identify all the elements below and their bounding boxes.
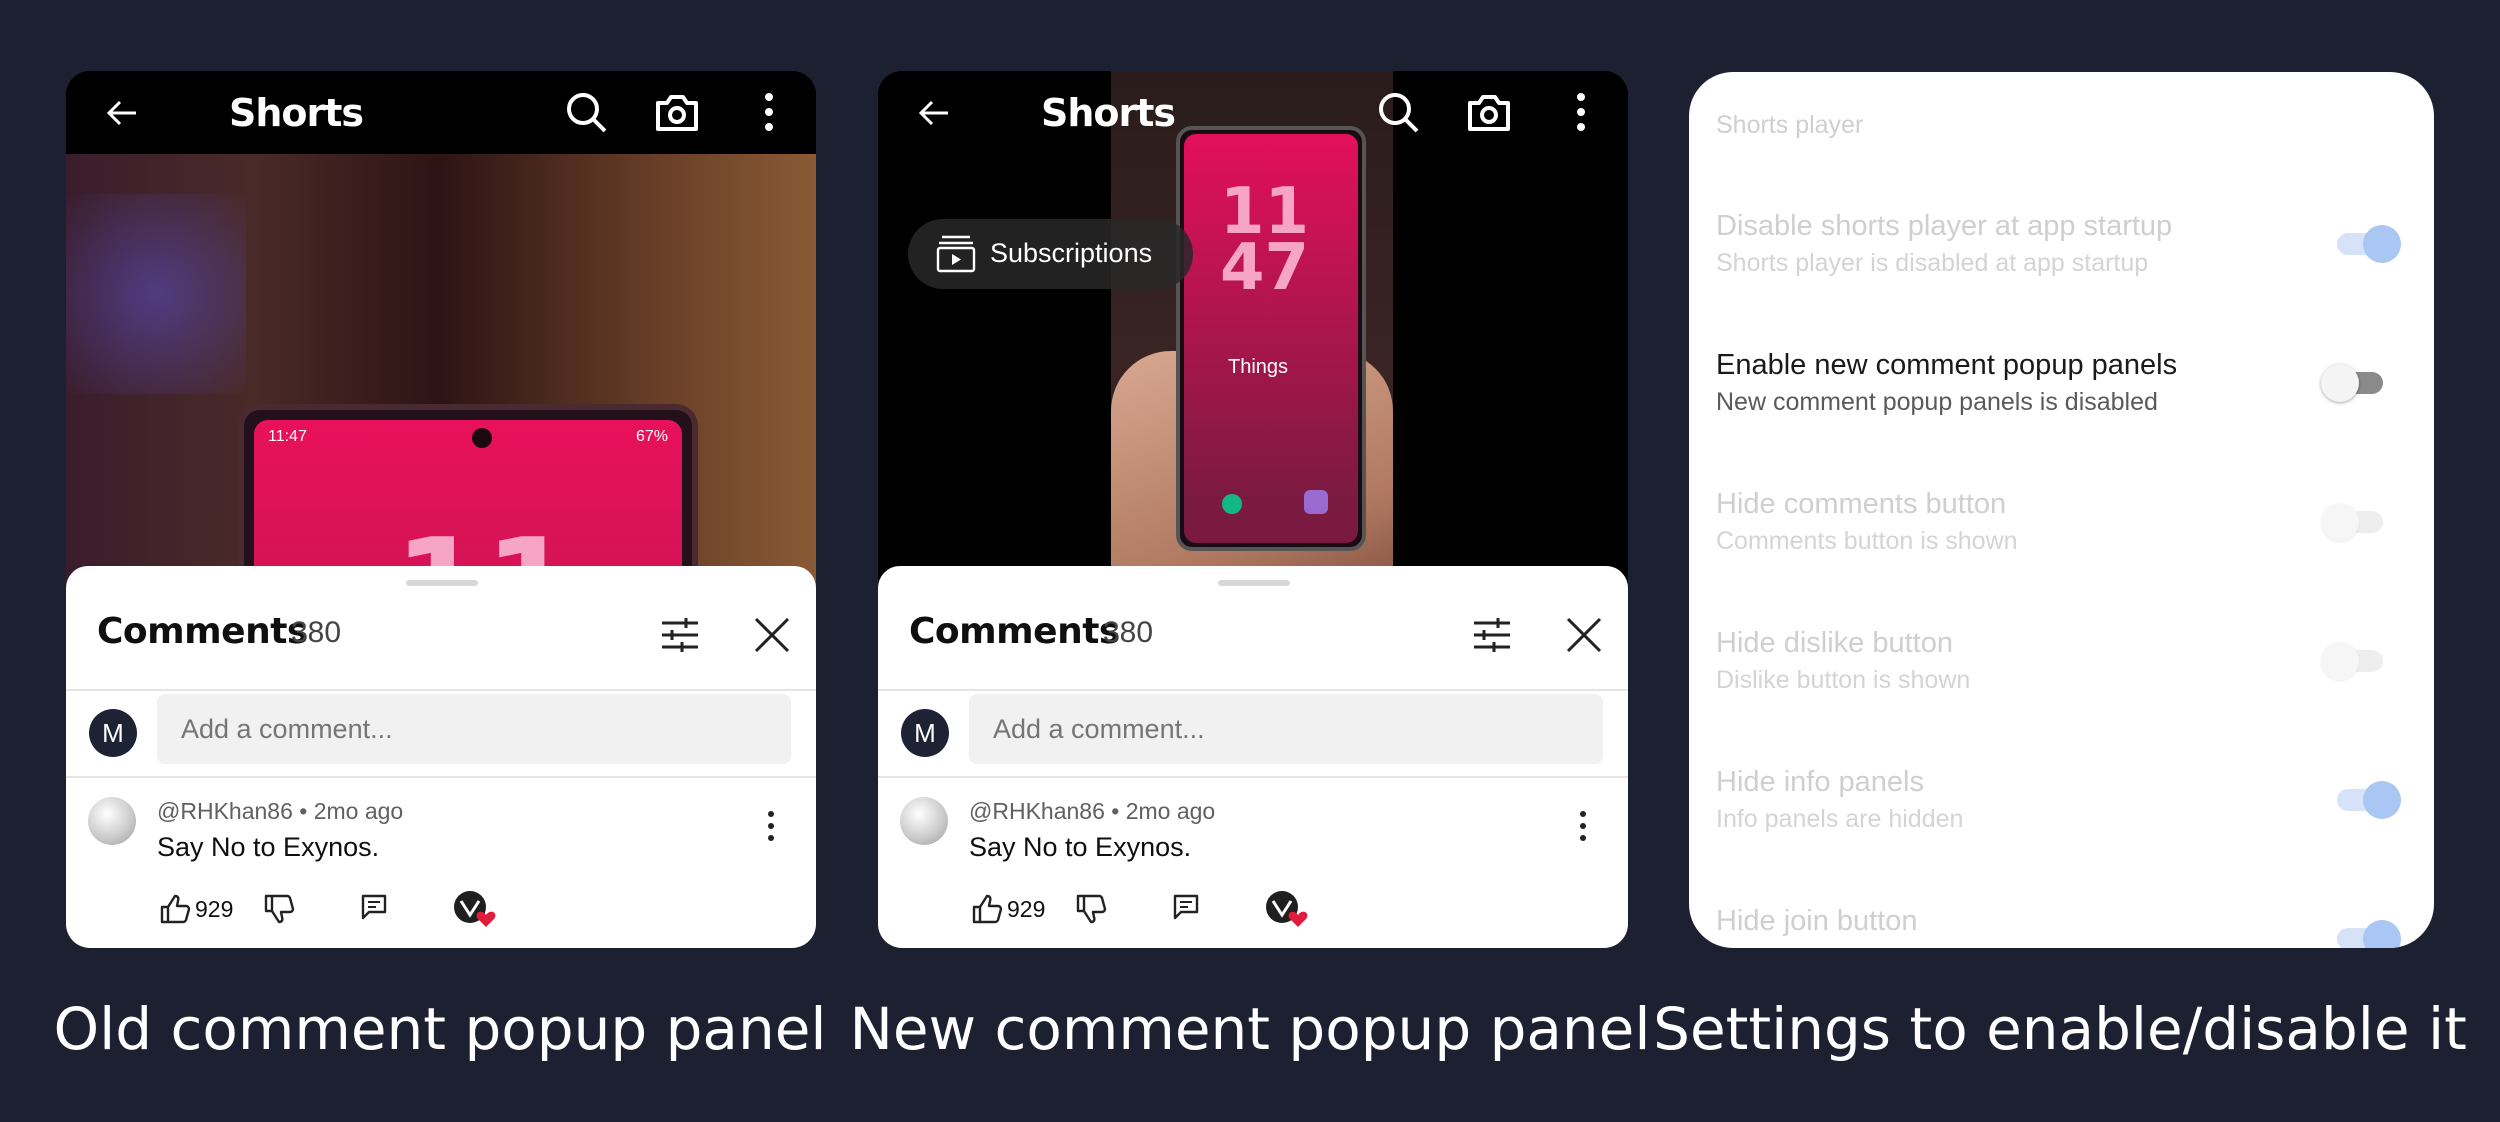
subscriptions-label: Subscriptions [990,238,1153,268]
setting-summary: New comment popup panels is disabled [1716,388,2158,416]
divider [878,776,1628,778]
setting-hide-info-panels[interactable]: Hide info panels Info panels are hidden [1716,766,2416,834]
commenter-avatar[interactable] [900,797,948,845]
new-comment-panel-screenshot: 11 47 Things Subscriptions Shorts Commen… [878,71,1628,948]
add-comment-input[interactable] [157,694,791,764]
search-icon[interactable] [1375,89,1421,135]
phone-widget-label: Things [1228,356,1289,378]
setting-summary: Shorts player is disabled at app startup [1716,249,2149,277]
user-avatar: M [901,709,949,757]
dislike-icon[interactable] [1074,892,1108,926]
more-vert-icon[interactable] [746,89,792,135]
subscriptions-icon [936,235,976,273]
comment-meta: @RHKhan86 • 2mo ago [157,798,404,824]
app-bar-title: Shorts [1041,91,1176,135]
setting-summary: Info panels are hidden [1716,805,1964,833]
video-phone-screen: 11 47 Things [1184,134,1358,543]
setting-title: Hide info panels [1716,766,1924,798]
phone-status-battery: 67% [635,428,668,445]
divider [66,689,816,691]
close-icon[interactable] [1562,613,1606,657]
setting-toggle-switch[interactable] [2321,362,2387,402]
user-avatar: M [89,709,137,757]
like-count: 929 [195,896,234,922]
phone-clock: 11 47 [1220,175,1310,305]
commenter-avatar[interactable] [88,797,136,845]
setting-hide-join-button[interactable]: Hide join button [1716,905,2416,938]
phone-front-camera [472,428,492,448]
creator-heart-icon [454,891,496,927]
setting-hide-comments-button[interactable]: Hide comments button Comments button is … [1716,488,2416,556]
comments-count: 380 [291,616,342,649]
caption-new-panel: New comment popup panel [849,995,1651,1063]
reply-icon[interactable] [359,892,389,922]
search-icon[interactable] [563,89,609,135]
setting-toggle-switch[interactable] [2337,779,2401,819]
setting-toggle-switch[interactable] [2321,501,2387,541]
comments-title: Comments [97,611,308,652]
video-phone: 11 47 Things [1176,126,1366,551]
divider [878,689,1628,691]
comments-title: Comments [909,611,1120,652]
like-icon[interactable] [158,892,192,926]
video-light-blur [66,194,246,394]
setting-title: Hide dislike button [1716,627,1953,659]
filter-icon[interactable] [658,613,702,657]
settings-section-header: Shorts player [1716,111,1864,139]
phone-app-icon [1304,490,1328,514]
reply-icon[interactable] [1171,892,1201,922]
drag-handle[interactable] [1218,580,1290,586]
setting-title: Disable shorts player at app startup [1716,210,2173,242]
like-icon[interactable] [970,892,1004,926]
more-vert-icon[interactable] [1558,89,1604,135]
like-count: 929 [1007,896,1046,922]
back-arrow-icon[interactable] [914,93,954,133]
comment-meta: @RHKhan86 • 2mo ago [969,798,1216,824]
subscriptions-chip[interactable]: Subscriptions [908,219,1193,289]
phone-app-icon [1222,494,1242,514]
comment-more-icon[interactable] [756,806,786,846]
setting-toggle-switch[interactable] [2337,223,2401,263]
setting-toggle-switch[interactable] [2321,640,2387,680]
phone-status-time: 11:47 [268,428,307,445]
comments-sheet: Comments 380 M @RHKhan86 • 2mo ago Say N… [66,566,816,948]
comment-text: Say No to Exynos. [969,832,1192,862]
app-bar-title: Shorts [229,91,364,135]
setting-enable-new-comment-popup[interactable]: Enable new comment popup panels New comm… [1716,349,2416,417]
divider [66,776,816,778]
dislike-icon[interactable] [262,892,296,926]
setting-title: Hide comments button [1716,488,2007,520]
setting-summary: Comments button is shown [1716,527,2018,555]
settings-panel-screenshot: Shorts player Disable shorts player at a… [1689,72,2434,948]
close-icon[interactable] [750,613,794,657]
comment-more-icon[interactable] [1568,806,1598,846]
caption-old-panel: Old comment popup panel [53,995,827,1063]
setting-hide-dislike-button[interactable]: Hide dislike button Dislike button is sh… [1716,627,2416,695]
shorts-app-bar: Shorts [878,71,1628,154]
setting-toggle-switch[interactable] [2337,918,2401,948]
comment-text: Say No to Exynos. [157,832,380,862]
back-arrow-icon[interactable] [102,93,142,133]
add-comment-input[interactable] [969,694,1603,764]
setting-title: Hide join button [1716,905,1918,937]
shorts-app-bar: Shorts [66,71,816,154]
setting-disable-shorts-player[interactable]: Disable shorts player at app startup Sho… [1716,210,2416,278]
camera-icon[interactable] [1466,89,1512,135]
setting-title: Enable new comment popup panels [1716,349,2178,381]
camera-icon[interactable] [654,89,700,135]
comments-count: 380 [1103,616,1154,649]
caption-settings: Settings to enable/disable it [1653,995,2467,1063]
setting-summary: Dislike button is shown [1716,666,1971,694]
creator-heart-icon [1266,891,1308,927]
drag-handle[interactable] [406,580,478,586]
filter-icon[interactable] [1470,613,1514,657]
comments-sheet: Comments 380 M @RHKhan86 • 2mo ago Say N… [878,566,1628,948]
old-comment-panel-screenshot: Shorts 11:47 67% 11 Comments 380 M @RHKh… [66,71,816,948]
